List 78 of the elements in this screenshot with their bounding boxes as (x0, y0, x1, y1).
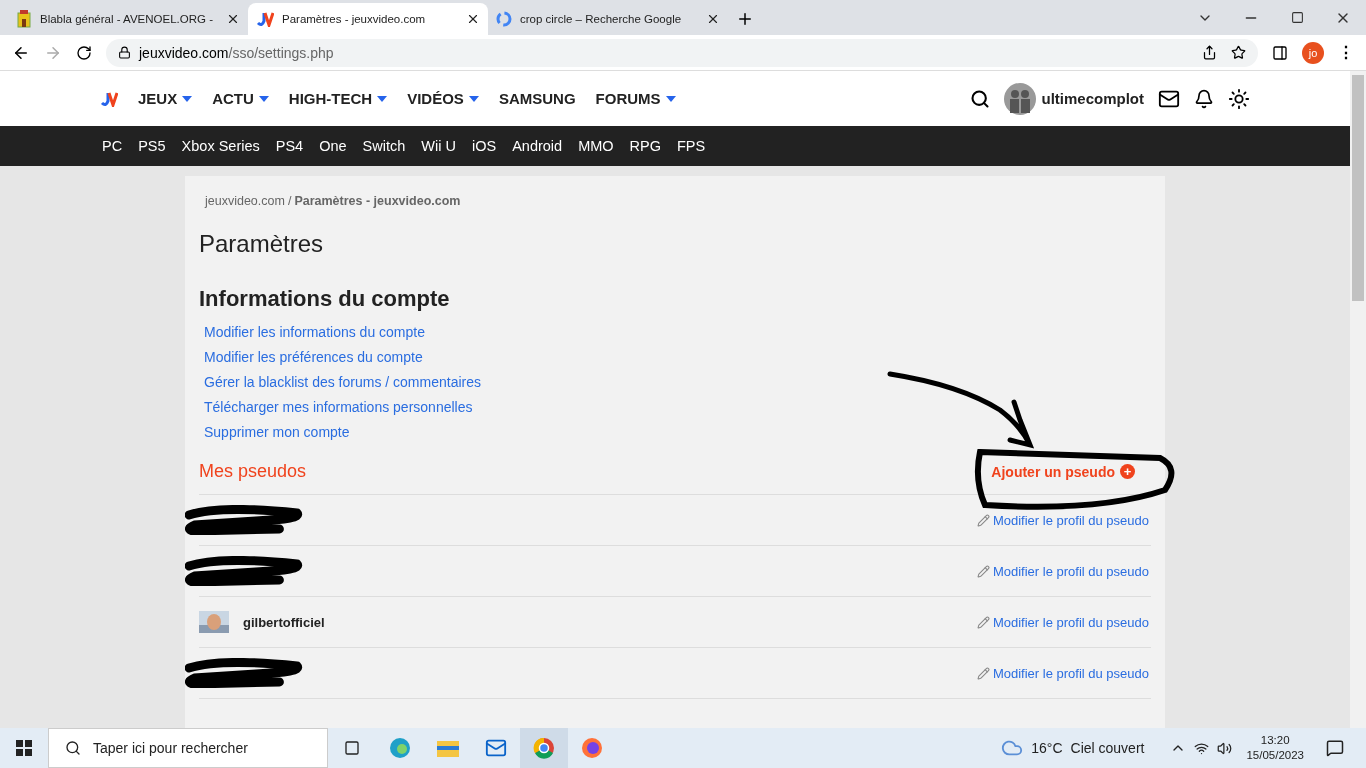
browser-tab[interactable]: Paramètres - jeuxvideo.com (248, 3, 488, 35)
theme-icon[interactable] (1228, 87, 1250, 110)
platform-link[interactable]: FPS (677, 138, 706, 154)
account-link[interactable]: Télécharger mes informations personnelles (199, 395, 1151, 420)
profile-avatar[interactable]: jo (1302, 41, 1324, 64)
platform-link[interactable]: RPG (629, 138, 661, 154)
platform-link[interactable]: PC (102, 138, 123, 154)
taskbar-search-field[interactable]: Taper ici pour rechercher (48, 728, 328, 768)
search-icon (65, 740, 81, 756)
account-link[interactable]: Modifier les préférences du compte (199, 345, 1151, 370)
platform-link[interactable]: MMO (578, 138, 614, 154)
new-tab-icon[interactable] (736, 10, 754, 28)
mail-app-icon[interactable] (485, 737, 507, 759)
bookmark-icon[interactable] (1231, 45, 1246, 60)
edit-profile-link[interactable]: Modifier le profil du pseudo (992, 614, 1151, 630)
edit-profile-link[interactable]: Modifier le profil du pseudo (992, 563, 1151, 579)
nav-item[interactable]: FORUMS (595, 90, 676, 107)
platform-link[interactable]: iOS (471, 138, 497, 154)
weather-text: Ciel couvert (1070, 740, 1145, 756)
breadcrumb-link[interactable]: jeuxvideo.com (205, 194, 285, 208)
add-pseudo-button[interactable]: Ajouter un pseudo + (991, 463, 1151, 480)
firefox-icon[interactable] (581, 737, 603, 759)
platform-link[interactable]: PS5 (138, 138, 166, 154)
clock[interactable]: 13:20 15/05/2023 (1232, 733, 1318, 763)
pencil-icon (976, 666, 990, 680)
platform-link[interactable]: Android (512, 138, 563, 154)
close-icon[interactable] (226, 12, 240, 26)
account-link[interactable]: Supprimer mon compte (199, 420, 1151, 445)
pseudo-name: gilbertofficiel (243, 614, 325, 630)
breadcrumb-current: Paramètres - jeuxvideo.com (294, 194, 461, 208)
nav-item[interactable]: JEUX (138, 90, 193, 107)
edge-icon[interactable] (389, 737, 411, 759)
more-icon[interactable]: ⋮ (1338, 43, 1354, 62)
maximize-icon[interactable] (1290, 11, 1304, 24)
volume-icon[interactable] (1217, 740, 1233, 756)
address-bar[interactable]: jeuxvideo.com/sso/settings.php (106, 38, 1258, 67)
edit-profile-link[interactable]: Modifier le profil du pseudo (992, 665, 1151, 681)
pencil-icon (976, 564, 990, 578)
folder-icon[interactable] (437, 739, 459, 757)
nav-item[interactable]: SAMSUNG (498, 90, 576, 107)
close-icon[interactable] (706, 12, 720, 26)
section-heading: Informations du compte (199, 286, 451, 312)
castle-icon (16, 10, 32, 28)
edit-profile-link[interactable]: Modifier le profil du pseudo (992, 512, 1151, 528)
notifications-icon[interactable] (1326, 739, 1344, 757)
nav-item[interactable]: ACTU (212, 90, 269, 107)
platform-link[interactable]: PS4 (275, 138, 304, 154)
nav-item[interactable]: VIDÉOS (407, 90, 479, 107)
jv-logo-icon (256, 11, 274, 27)
chrome-icon[interactable] (533, 737, 555, 759)
weather-temp: 16°C (1031, 740, 1063, 756)
url-text: jeuxvideo.com/sso/settings.php (139, 44, 334, 61)
share-icon[interactable] (1202, 45, 1217, 60)
page-title: Paramètres (199, 230, 325, 258)
account-link[interactable]: Modifier les informations du compte (199, 320, 1151, 345)
section-heading: Mes pseudos (199, 461, 307, 482)
account-link[interactable]: Gérer la blacklist des forums / commentaires (199, 370, 1151, 395)
wifi-icon[interactable] (1194, 740, 1210, 756)
lock-icon (118, 46, 131, 59)
browser-tab[interactable]: Blabla général - AVENOEL.ORG - (8, 3, 248, 35)
pencil-icon (976, 513, 990, 527)
bell-icon[interactable] (1194, 88, 1214, 109)
pencil-icon (976, 615, 990, 629)
close-icon[interactable] (466, 12, 480, 26)
jv-logo-icon (100, 90, 118, 107)
nav-item[interactable]: HIGH-TECH (288, 90, 388, 107)
windows-icon[interactable] (16, 740, 32, 756)
breadcrumb-separator: / (287, 194, 292, 208)
platform-link[interactable]: Wii U (421, 138, 456, 154)
platform-link[interactable]: Switch (362, 138, 406, 154)
side-panel-icon[interactable] (1272, 44, 1288, 61)
task-view-icon[interactable] (344, 740, 360, 756)
search-icon[interactable] (970, 88, 991, 109)
platform-link[interactable]: One (319, 138, 347, 154)
browser-tab[interactable]: crop circle – Recherche Google (488, 3, 728, 35)
reload-icon[interactable] (76, 44, 92, 61)
platform-link[interactable]: Xbox Series (181, 138, 260, 154)
user-menu[interactable]: ultimecomplot (1004, 82, 1144, 115)
